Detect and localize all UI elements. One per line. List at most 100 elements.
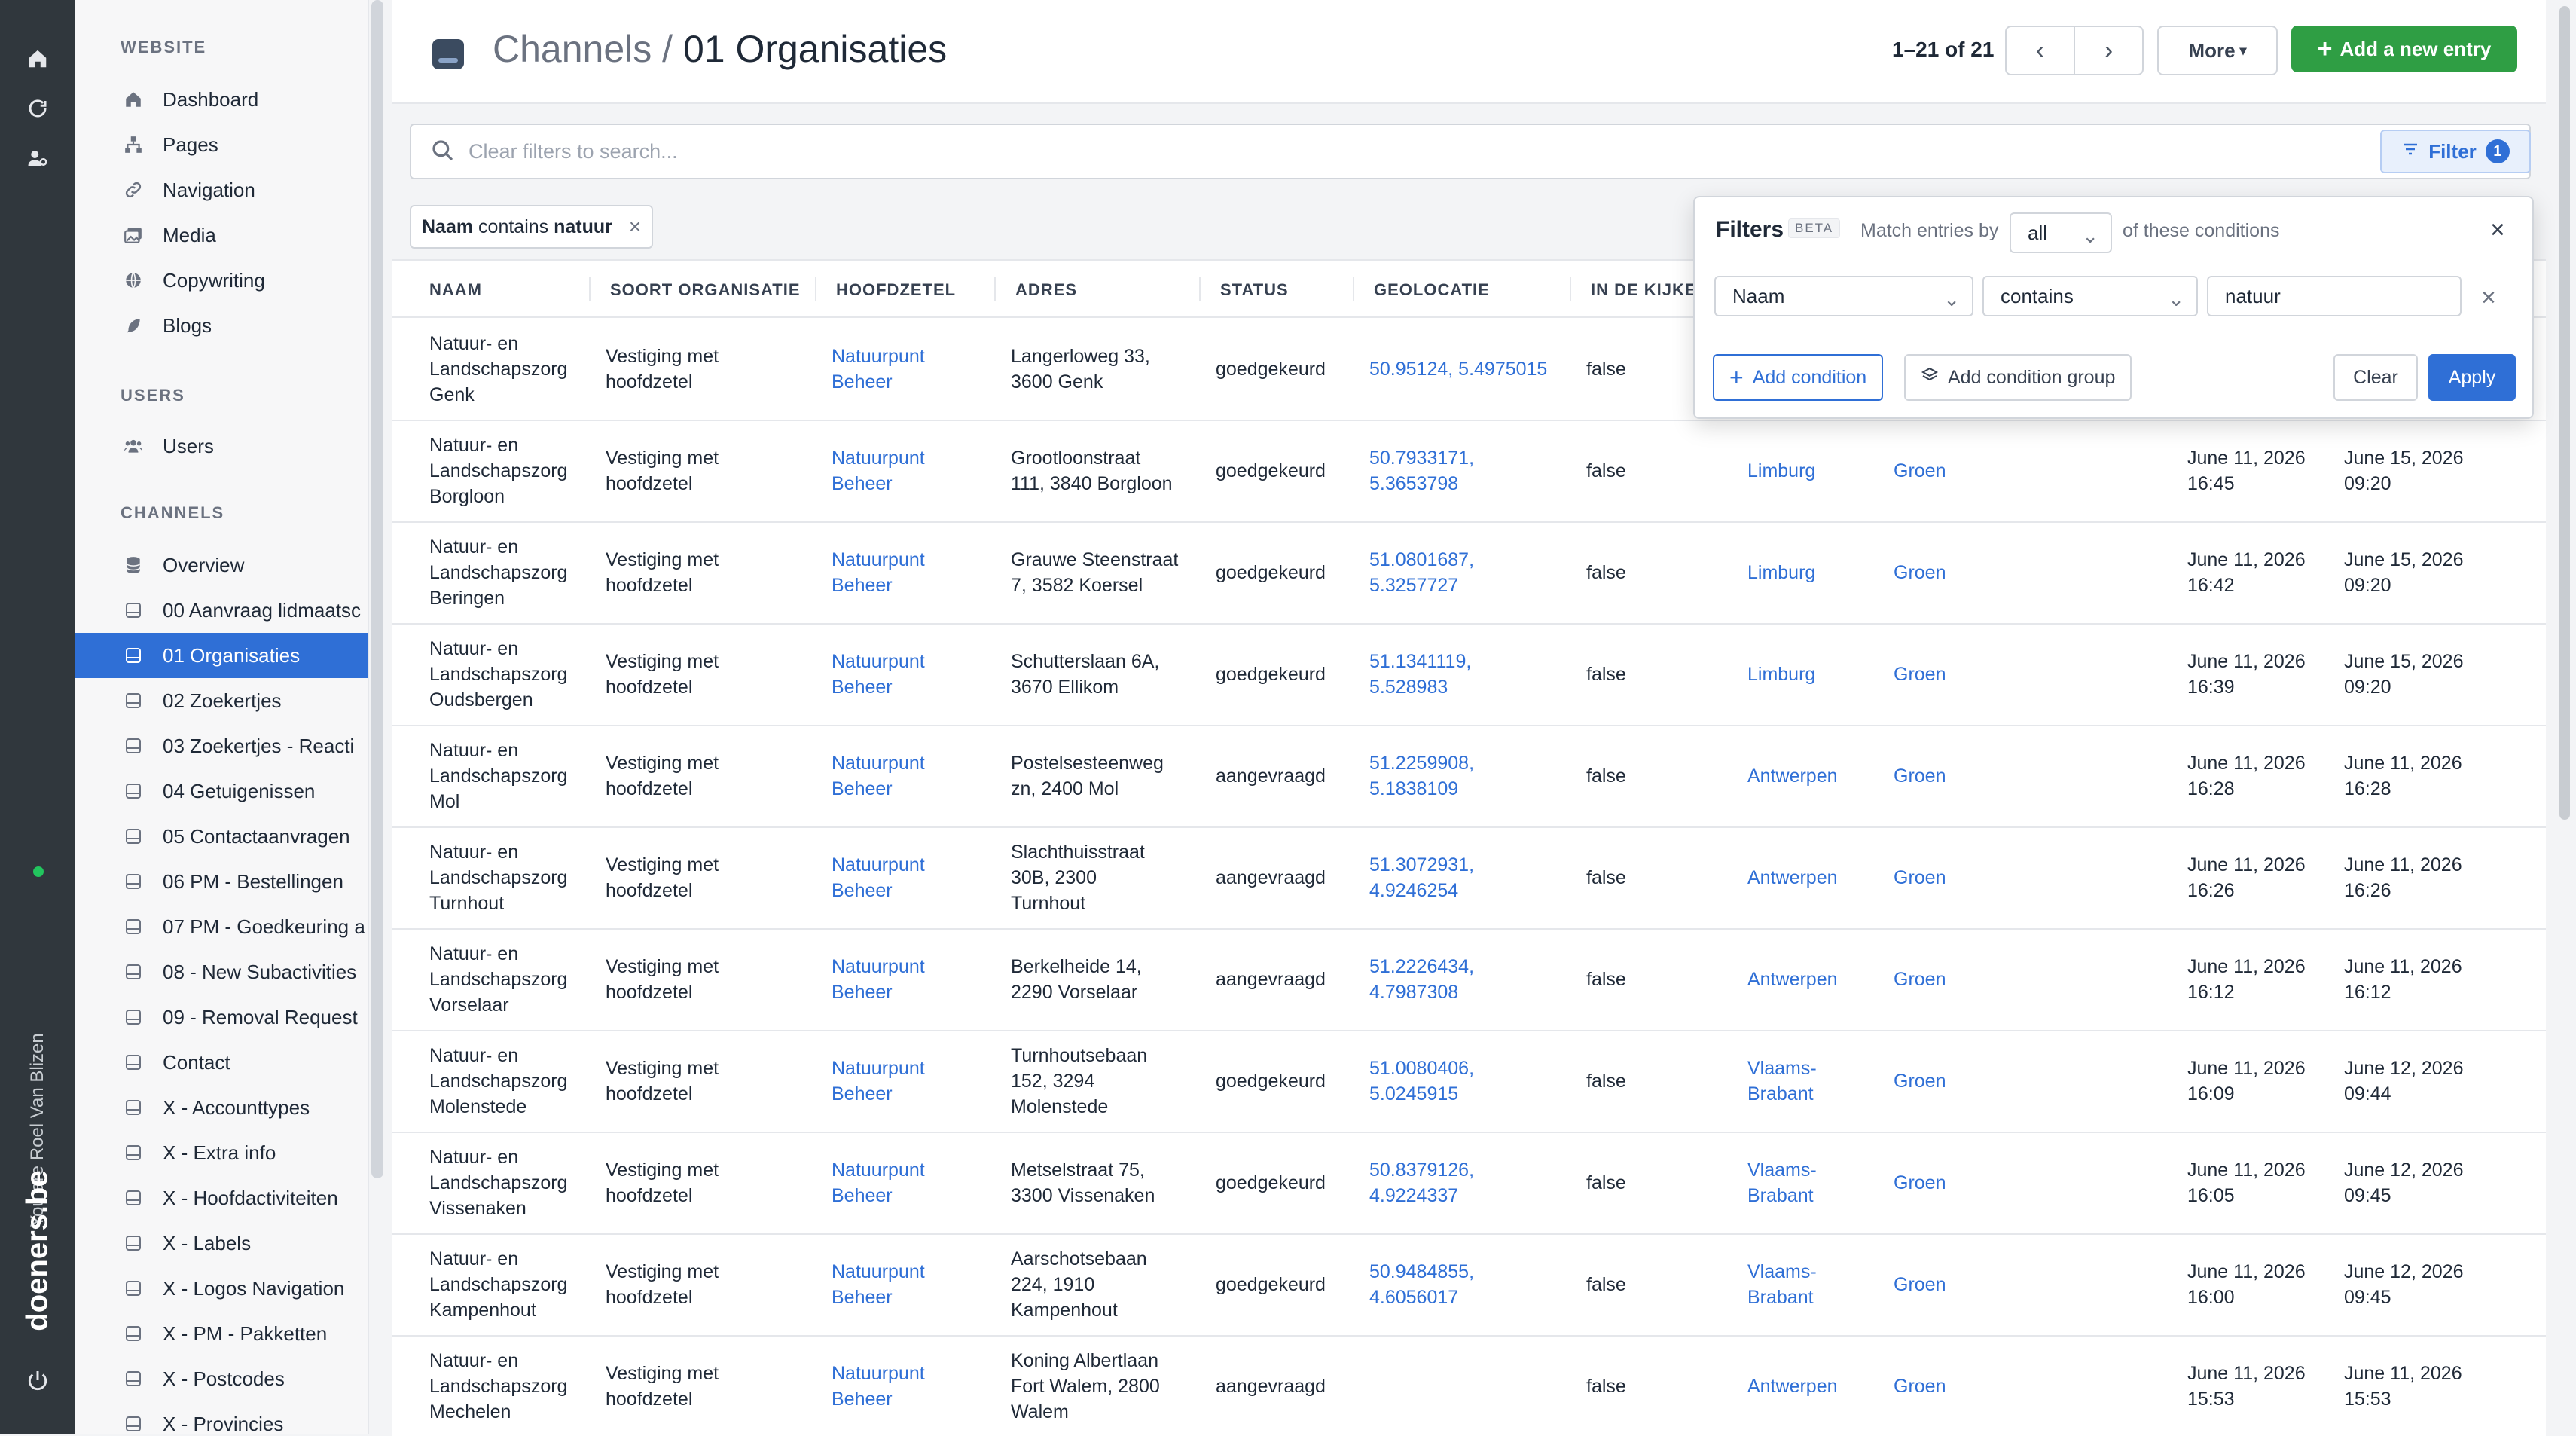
breadcrumb-channels[interactable]: Channels (493, 28, 652, 70)
cell-hoofdzetel[interactable]: Natuurpunt Beheer (832, 1335, 982, 1436)
sidebar-item[interactable]: 07 PM - Goedkeuring a (75, 904, 368, 949)
add-condition-button[interactable]: + Add condition (1713, 354, 1884, 401)
cell-hoofdzetel[interactable]: Natuurpunt Beheer (832, 928, 982, 1030)
table-row[interactable]: Natuur- en Landschapszorg Mechelen Vestigin… (392, 1335, 2546, 1436)
sidebar-item[interactable]: 01 Organisaties (75, 633, 368, 678)
cell-thema[interactable]: Groen (1894, 725, 2007, 826)
cell-geo[interactable]: 50.95124, 5.4975015 (1369, 318, 1573, 420)
table-row[interactable]: Natuur- en Landschapszorg Kampenhout Vestig… (392, 1233, 2546, 1337)
more-button[interactable]: More ▾ (2157, 26, 2278, 75)
cell-provincie[interactable]: Antwerpen (1747, 826, 1868, 928)
sidebar-item[interactable]: X - Accounttypes (75, 1085, 368, 1130)
column-separator[interactable] (994, 277, 996, 301)
cell-geo[interactable]: 51.3072931, 4.9246254 (1369, 826, 1573, 928)
table-row[interactable]: Natuur- en Landschapszorg Turnhout Vestigin… (392, 826, 2546, 930)
cell-geo[interactable]: 51.0080406, 5.0245915 (1369, 1030, 1573, 1132)
filter-button[interactable]: Filter 1 (2380, 130, 2531, 173)
cell-hoofdzetel[interactable]: Natuurpunt Beheer (832, 1030, 982, 1132)
column-separator[interactable] (815, 277, 816, 301)
condition-value-input[interactable]: natuur (2207, 276, 2462, 316)
add-condition-group-button[interactable]: Add condition group (1904, 354, 2132, 401)
table-row[interactable]: Natuur- en Landschapszorg Beringen Vestigin… (392, 521, 2546, 625)
cell-thema[interactable]: Groen (1894, 1335, 2007, 1436)
sidebar-item[interactable]: X - Postcodes (75, 1356, 368, 1401)
sidebar-item[interactable]: 09 - Removal Request (75, 995, 368, 1040)
cell-hoofdzetel[interactable]: Natuurpunt Beheer (832, 826, 982, 928)
table-row[interactable]: Natuur- en Landschapszorg Mol Vestiging met… (392, 725, 2546, 828)
remove-condition-icon[interactable]: × (2481, 283, 2496, 313)
power-icon[interactable] (23, 1365, 53, 1395)
remove-filter-icon[interactable]: × (629, 215, 641, 239)
cell-thema[interactable]: Groen (1894, 623, 2007, 725)
cell-provincie[interactable]: Antwerpen (1747, 928, 1868, 1030)
cell-thema[interactable]: Groen (1894, 928, 2007, 1030)
close-icon[interactable]: × (2490, 215, 2505, 245)
cell-geo[interactable]: 50.8379126, 4.9224337 (1369, 1132, 1573, 1233)
home-icon[interactable] (23, 44, 53, 74)
table-row[interactable]: Natuur- en Landschapszorg Vissenaken Vestig… (392, 1132, 2546, 1235)
sidebar-scrollbar[interactable] (371, 0, 383, 1178)
refresh-icon[interactable] (23, 93, 53, 124)
cell-geo[interactable]: 51.1341119, 5.528983 (1369, 623, 1573, 725)
column-header[interactable]: NAAM (429, 280, 482, 300)
cell-provincie[interactable]: Limburg (1747, 420, 1868, 521)
column-separator[interactable] (1353, 277, 1354, 301)
sidebar-item[interactable]: 08 - New Subactivities (75, 949, 368, 995)
sidebar-item[interactable]: Users (75, 423, 368, 469)
cell-provincie[interactable]: Limburg (1747, 623, 1868, 725)
cell-hoofdzetel[interactable]: Natuurpunt Beheer (832, 1233, 982, 1335)
sidebar-item[interactable]: Overview (75, 542, 368, 588)
sidebar-item[interactable]: 06 PM - Bestellingen (75, 859, 368, 904)
prev-page-button[interactable]: ‹ (2007, 27, 2075, 74)
cell-thema[interactable]: Groen (1894, 1233, 2007, 1335)
cell-provincie[interactable]: Limburg (1747, 521, 1868, 623)
clear-button[interactable]: Clear (2333, 354, 2418, 401)
next-page-button[interactable]: › (2075, 27, 2142, 74)
cell-hoofdzetel[interactable]: Natuurpunt Beheer (832, 420, 982, 521)
cell-provincie[interactable]: Vlaams- Brabant (1747, 1132, 1868, 1233)
table-row[interactable]: Natuur- en Landschapszorg Molenstede Vestig… (392, 1030, 2546, 1133)
sidebar-item[interactable]: X - Labels (75, 1221, 368, 1266)
sidebar-item[interactable]: Media (75, 212, 368, 258)
table-row[interactable]: Natuur- en Landschapszorg Oudsbergen Vestig… (392, 623, 2546, 726)
cell-hoofdzetel[interactable]: Natuurpunt Beheer (832, 1132, 982, 1233)
cell-thema[interactable]: Groen (1894, 1030, 2007, 1132)
sidebar-item[interactable]: X - PM - Pakketten (75, 1311, 368, 1356)
apply-button[interactable]: Apply (2428, 354, 2516, 401)
condition-field-select[interactable]: Naam ⌄ (1714, 276, 1973, 316)
condition-operator-select[interactable]: contains ⌄ (1982, 276, 2198, 316)
sidebar-item[interactable]: Navigation (75, 167, 368, 212)
column-header[interactable]: GEOLOCATIE (1374, 280, 1490, 300)
sidebar-item[interactable]: 04 Getuigenissen (75, 768, 368, 814)
sidebar-item[interactable]: X - Hoofdactiviteiten (75, 1175, 368, 1221)
sidebar-item[interactable]: 05 Contactaanvragen (75, 814, 368, 859)
cell-geo[interactable]: 50.7933171, 5.3653798 (1369, 420, 1573, 521)
sidebar-item[interactable]: Contact (75, 1040, 368, 1085)
cell-thema[interactable]: Groen (1894, 826, 2007, 928)
main-scrollbar[interactable] (2559, 6, 2570, 820)
column-header[interactable]: STATUS (1220, 280, 1289, 300)
column-header[interactable]: SOORT ORGANISATIE (610, 280, 801, 300)
table-row[interactable]: Natuur- en Landschapszorg Vorselaar Vestigi… (392, 928, 2546, 1031)
cell-provincie[interactable]: Vlaams- Brabant (1747, 1233, 1868, 1335)
column-separator[interactable] (1199, 277, 1201, 301)
cell-geo[interactable]: 51.2226434, 4.7987308 (1369, 928, 1573, 1030)
cell-provincie[interactable]: Vlaams- Brabant (1747, 1030, 1868, 1132)
table-row[interactable]: Natuur- en Landschapszorg Borgloon Vestigin… (392, 420, 2546, 523)
column-header[interactable]: ADRES (1015, 280, 1077, 300)
sidebar-item[interactable]: 00 Aanvraag lidmaatsc (75, 588, 368, 633)
column-separator[interactable] (589, 277, 591, 301)
sidebar-item[interactable]: 03 Zoekertjes - Reacti (75, 723, 368, 768)
sidebar-item[interactable]: Blogs (75, 303, 368, 348)
sidebar-item[interactable]: Dashboard (75, 77, 368, 122)
sidebar-item[interactable]: Copywriting (75, 258, 368, 303)
cell-provincie[interactable]: Antwerpen (1747, 725, 1868, 826)
cell-geo[interactable]: 51.2259908, 5.1838109 (1369, 725, 1573, 826)
sidebar-item[interactable]: X - Logos Navigation (75, 1266, 368, 1311)
cell-thema[interactable]: Groen (1894, 521, 2007, 623)
cell-geo[interactable]: 51.0801687, 5.3257727 (1369, 521, 1573, 623)
cell-hoofdzetel[interactable]: Natuurpunt Beheer (832, 521, 982, 623)
brand-logo[interactable]: doeners.be (21, 1170, 55, 1331)
match-select[interactable]: all ⌄ (2010, 212, 2112, 253)
sidebar-item[interactable]: X - Extra info (75, 1130, 368, 1175)
